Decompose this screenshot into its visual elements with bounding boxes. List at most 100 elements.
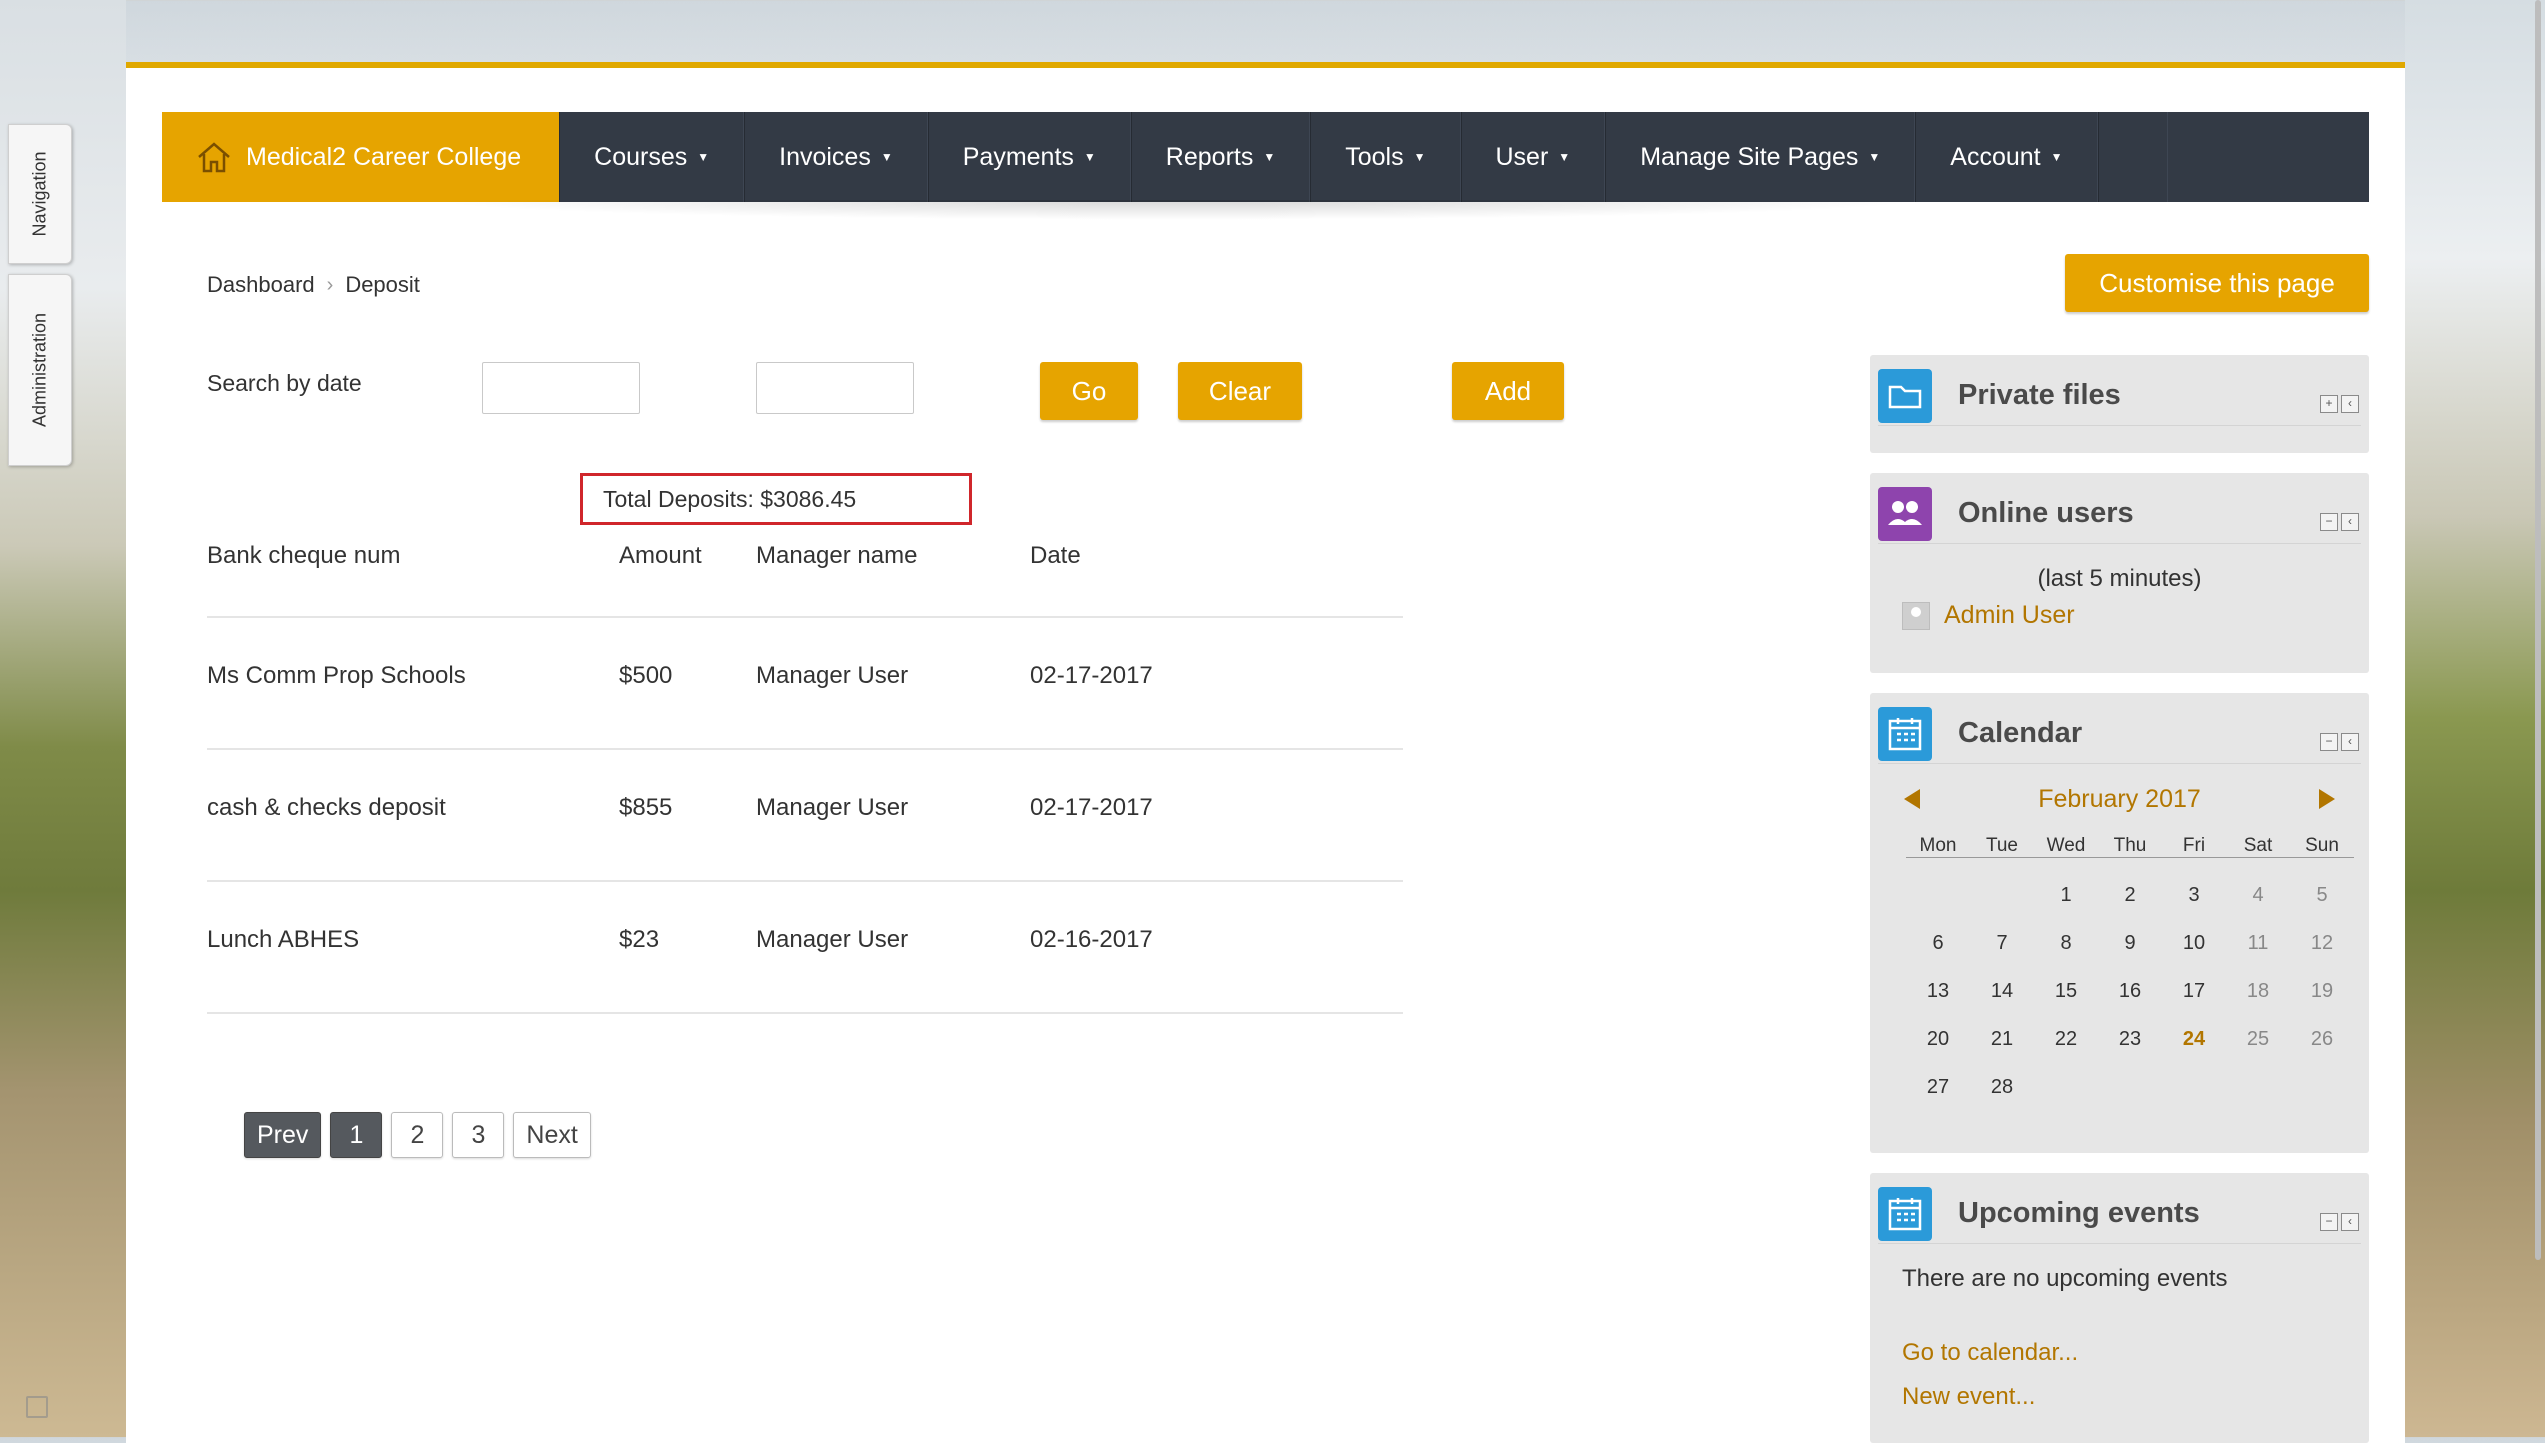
block-header: Online users − ‹: [1878, 483, 2361, 544]
next-month-icon[interactable]: [2319, 789, 2335, 809]
header-amount: Amount: [619, 542, 702, 569]
cell-cheque: cash & checks deposit: [207, 794, 446, 821]
folder-icon: [1878, 369, 1932, 423]
weekday-header-row: Mon Tue Wed Thu Fri Sat Sun: [1906, 835, 2356, 871]
dock-block-icon[interactable]: ‹: [2341, 1213, 2359, 1231]
home-icon: [198, 142, 230, 173]
header-bank-cheque-num: Bank cheque num: [207, 542, 401, 569]
weekday-label: Tue: [1970, 835, 2034, 858]
page-container: Medical2 Career College Courses ▼ Invoice…: [126, 62, 2405, 1443]
caret-down-icon: ▼: [1083, 150, 1096, 164]
weekday-label: Sat: [2226, 835, 2290, 858]
users-icon: [1878, 487, 1932, 541]
weekday-label: Wed: [2034, 835, 2098, 858]
header-manager-name: Manager name: [756, 542, 918, 569]
date-to-input[interactable]: [756, 362, 914, 414]
dock-icon[interactable]: [26, 1396, 48, 1418]
nav-invoices-label: Invoices: [779, 142, 871, 171]
table-row: cash & checks deposit $855 Manager User …: [207, 750, 1403, 882]
calendar-day: 20: [1926, 1027, 1950, 1050]
brand-link[interactable]: Medical2 Career College: [162, 112, 560, 202]
pagination-page-2[interactable]: 2: [391, 1112, 444, 1158]
block-controls: + ‹: [2320, 395, 2359, 413]
dock-block-icon[interactable]: ‹: [2341, 513, 2359, 531]
administration-drawer-tab[interactable]: Administration: [8, 274, 72, 466]
nav-courses[interactable]: Courses ▼: [559, 112, 745, 202]
cell-date: 02-17-2017: [1030, 794, 1153, 821]
pagination-prev-button[interactable]: Prev: [244, 1112, 322, 1158]
search-by-date-label: Search by date: [207, 370, 362, 396]
collapse-icon[interactable]: −: [2320, 733, 2338, 751]
nav-tools[interactable]: Tools ▼: [1310, 112, 1461, 202]
cell-cheque: Ms Comm Prop Schools: [207, 662, 466, 689]
caret-down-icon: ▼: [697, 150, 710, 164]
nav-user[interactable]: User ▼: [1460, 112, 1606, 202]
block-controls: − ‹: [2320, 513, 2359, 531]
block-title: Calendar: [1958, 717, 2083, 749]
page-scrollbar[interactable]: [2535, 0, 2541, 1260]
nav-invoices[interactable]: Invoices ▼: [744, 112, 928, 202]
calendar-day: 4: [2252, 883, 2264, 906]
calendar-day: 12: [2310, 931, 2334, 954]
navigation-drawer-tab[interactable]: Navigation: [8, 124, 72, 264]
weekday-label: Sun: [2290, 835, 2354, 858]
pagination: Prev 1 2 3 Next: [244, 1112, 591, 1158]
customise-page-button[interactable]: Customise this page: [2065, 254, 2369, 312]
table-header-row: Bank cheque num Amount Manager name Date: [207, 524, 1403, 618]
caret-down-icon: ▼: [1413, 150, 1426, 164]
calendar-day: 26: [2310, 1027, 2334, 1050]
calendar-week: 20 21 22 23 24 25 26: [1906, 1015, 2356, 1063]
block-title: Upcoming events: [1958, 1197, 2200, 1229]
collapse-icon[interactable]: −: [2320, 513, 2338, 531]
pagination-next-button[interactable]: Next: [513, 1112, 591, 1158]
block-title: Private files: [1958, 379, 2121, 411]
calendar-week: 6 7 8 9 10 11 12: [1906, 919, 2356, 967]
table-row: Lunch ABHES $23 Manager User 02-16-2017: [207, 882, 1403, 1014]
navbar-shadow: [426, 200, 1926, 220]
background-right: [2405, 0, 2545, 1437]
collapse-icon[interactable]: −: [2320, 1213, 2338, 1231]
go-to-calendar-link[interactable]: Go to calendar...: [1902, 1339, 2078, 1367]
block-title: Online users: [1958, 497, 2134, 529]
dock-block-icon[interactable]: ‹: [2341, 395, 2359, 413]
caret-down-icon: ▼: [2050, 150, 2063, 164]
dock-block-icon[interactable]: ‹: [2341, 733, 2359, 751]
nav-reports[interactable]: Reports ▼: [1130, 112, 1311, 202]
add-button[interactable]: Add: [1452, 362, 1564, 420]
date-from-input[interactable]: [482, 362, 640, 414]
breadcrumb-dashboard-link[interactable]: Dashboard: [207, 272, 315, 298]
weekday-label: Mon: [1906, 835, 1970, 858]
calendar-day: 2: [2124, 883, 2136, 906]
calendar-day: 11: [2247, 931, 2269, 954]
calendar-day: 1: [2060, 883, 2072, 906]
new-event-link[interactable]: New event...: [1902, 1383, 2035, 1411]
deposits-table: Bank cheque num Amount Manager name Date…: [207, 524, 1403, 1014]
calendar-day: 8: [2060, 931, 2072, 954]
block-header: Calendar − ‹: [1878, 703, 2361, 764]
table-row: Ms Comm Prop Schools $500 Manager User 0…: [207, 618, 1403, 750]
calendar-week: 27 28: [1906, 1063, 2356, 1111]
chevron-right-icon: ›: [326, 273, 334, 296]
pagination-page-3[interactable]: 3: [452, 1112, 505, 1158]
expand-icon[interactable]: +: [2320, 395, 2338, 413]
nav-manage-site-pages[interactable]: Manage Site Pages ▼: [1605, 112, 1916, 202]
nav-account[interactable]: Account ▼: [1915, 112, 2098, 202]
calendar-day: 17: [2182, 979, 2206, 1002]
nav-payments[interactable]: Payments ▼: [927, 112, 1131, 202]
calendar-day: 25: [2246, 1027, 2270, 1050]
no-upcoming-events-text: There are no upcoming events: [1902, 1265, 2228, 1292]
weekday-label: Thu: [2098, 835, 2162, 858]
online-user-name: Admin User: [1944, 601, 2075, 629]
avatar: [1902, 601, 1930, 630]
upcoming-events-block: Upcoming events − ‹ There are no upcoming…: [1870, 1173, 2369, 1443]
calendar-month-link[interactable]: February 2017: [1870, 785, 2369, 814]
clear-button[interactable]: Clear: [1178, 362, 1302, 420]
pagination-page-1[interactable]: 1: [330, 1112, 383, 1158]
nav-payments-label: Payments: [962, 142, 1074, 171]
calendar-day-today[interactable]: 24: [2162, 1028, 2226, 1051]
go-button[interactable]: Go: [1040, 362, 1138, 420]
online-user-entry[interactable]: Admin User: [1902, 601, 2075, 630]
calendar-day: 15: [2054, 979, 2078, 1002]
calendar-grid: Mon Tue Wed Thu Fri Sat Sun 1 2 3 4 5 6 …: [1906, 835, 2356, 1111]
cell-cheque: Lunch ABHES: [207, 926, 360, 953]
